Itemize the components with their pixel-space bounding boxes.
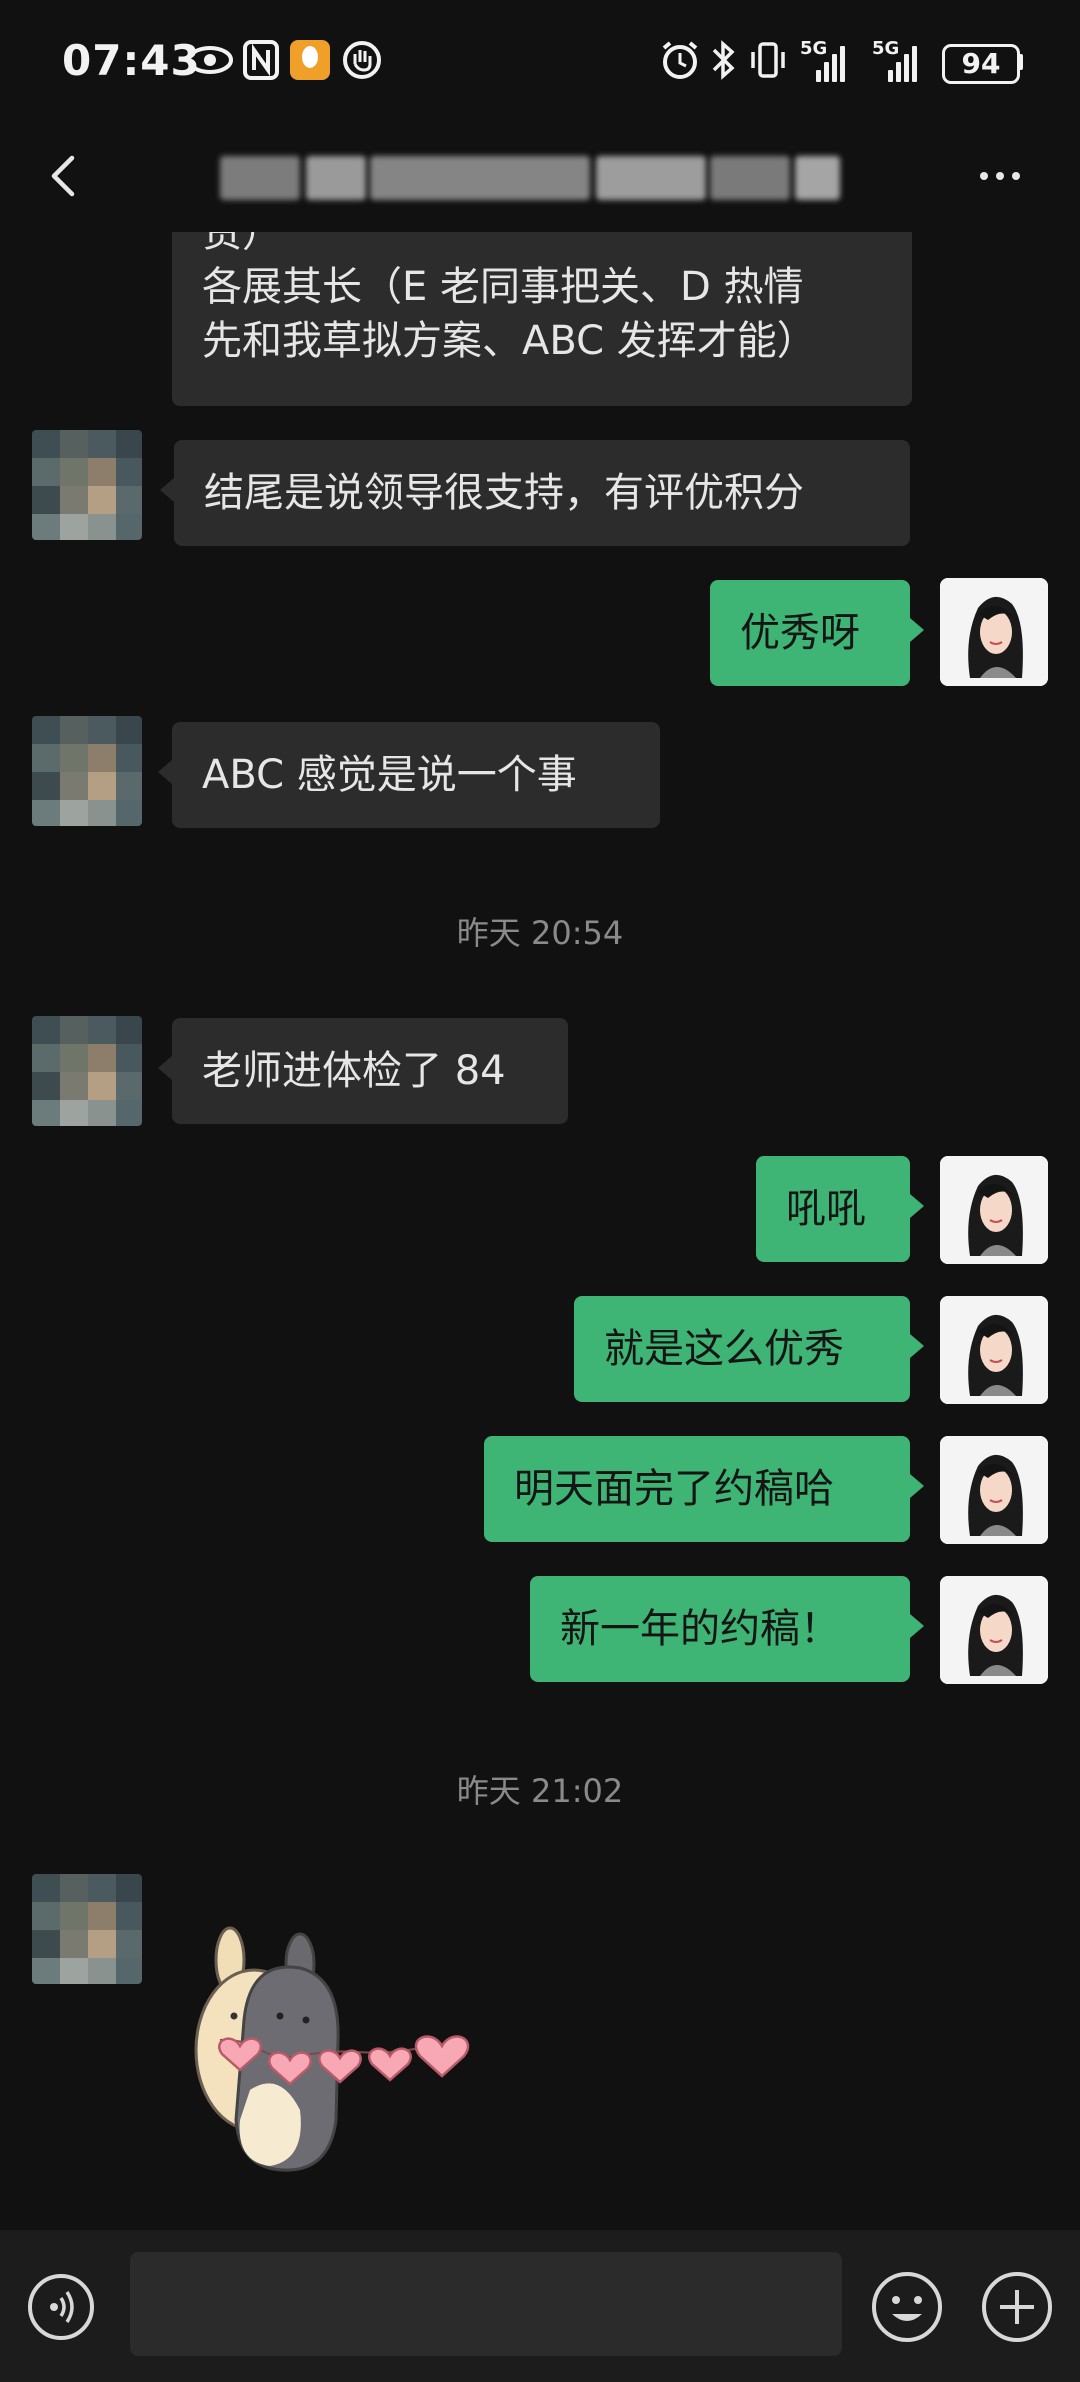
message-outgoing[interactable]: 明天面完了约稿哈 [484, 1436, 924, 1542]
voice-button[interactable] [28, 2274, 94, 2340]
message-outgoing[interactable]: 新一年的约稿！ [530, 1576, 924, 1682]
emoji-icon [872, 2272, 942, 2342]
status-time: 07:43 [62, 36, 201, 85]
message-outgoing[interactable]: 就是这么优秀 [574, 1296, 924, 1402]
status-bar: 07:43 5G 5G 94 [0, 0, 1080, 120]
signal-5g-icon: 5G [800, 38, 848, 82]
message-input[interactable] [130, 2252, 842, 2356]
bluetooth-icon [708, 38, 738, 93]
message-line: 先和我草拟方案、ABC 发挥才能） [202, 318, 817, 364]
my-avatar[interactable] [940, 1156, 1048, 1264]
vibrate-icon [748, 38, 788, 93]
message-line: 责） [202, 232, 282, 256]
message-incoming-multiline[interactable]: 责） 各展其长（E 老同事把关、D 热情 先和我草拟方案、ABC 发挥才能） [172, 232, 912, 406]
battery-tip [1018, 54, 1023, 70]
timestamp-label: 昨天 20:54 [456, 914, 624, 952]
voice-icon [50, 2291, 74, 2323]
contact-avatar[interactable] [32, 430, 142, 540]
add-button[interactable] [980, 2270, 1054, 2344]
alarm-icon [658, 38, 702, 93]
contact-avatar[interactable] [32, 1874, 142, 1984]
hand-icon [342, 38, 382, 93]
emoji-button[interactable] [870, 2270, 944, 2344]
back-button[interactable] [38, 144, 88, 208]
app-notification-icon [290, 40, 330, 80]
my-avatar[interactable] [940, 1436, 1048, 1544]
message-incoming[interactable]: 结尾是说领导很支持，有评优积分 [160, 440, 910, 546]
my-avatar[interactable] [940, 1576, 1048, 1684]
message-incoming[interactable]: 老师进体检了 84 [158, 1018, 568, 1124]
plus-circle-icon [982, 2272, 1052, 2342]
chat-header [0, 120, 1080, 232]
battery-indicator: 94 [942, 44, 1020, 84]
sticker-bunnies-hearts[interactable] [180, 1920, 490, 2190]
eye-icon [186, 38, 234, 93]
contact-avatar[interactable] [32, 1016, 142, 1126]
message-incoming[interactable]: ABC 感觉是说一个事 [158, 722, 660, 828]
my-avatar[interactable] [940, 1296, 1048, 1404]
more-options-button[interactable] [970, 150, 1050, 200]
message-line: 各展其长（E 老同事把关、D 热情 [202, 264, 804, 310]
message-outgoing[interactable]: 优秀呀 [710, 580, 924, 686]
signal-5g-icon-2: 5G [872, 38, 920, 82]
nfc-icon [242, 38, 280, 93]
chevron-left-icon [51, 155, 75, 197]
contact-avatar[interactable] [32, 716, 142, 826]
timestamp-label: 昨天 21:02 [456, 1772, 624, 1810]
input-bar [0, 2230, 1080, 2382]
my-avatar[interactable] [940, 578, 1048, 686]
chat-title-blurred [220, 148, 840, 204]
message-outgoing[interactable]: 吼吼 [756, 1156, 924, 1262]
